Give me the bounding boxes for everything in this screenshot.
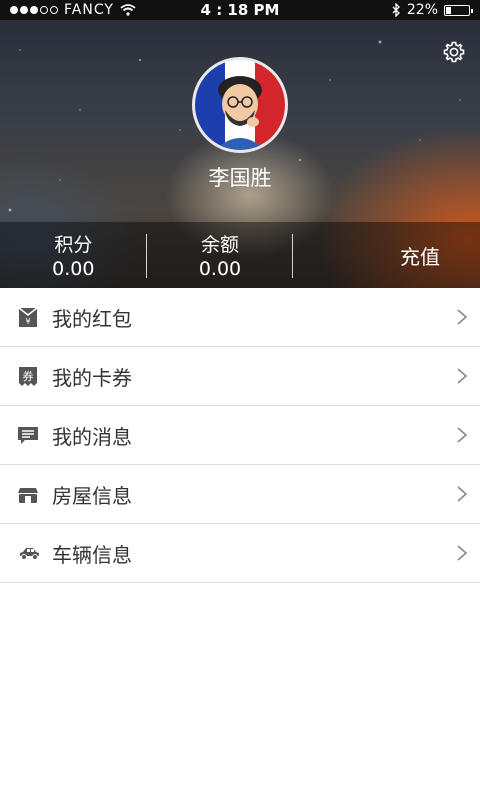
car-icon: [20, 548, 39, 560]
menu-item-label: 我的红包: [52, 306, 132, 331]
menu-item-messages[interactable]: 我的消息: [0, 406, 480, 465]
username: 李国胜: [208, 166, 272, 190]
avatar[interactable]: [192, 57, 288, 153]
chevron-right-icon: [457, 427, 468, 443]
chevron-right-icon: [457, 486, 468, 502]
points-label: 积分: [54, 234, 93, 256]
message-icon: [18, 427, 38, 444]
menu-item-label: 我的卡券: [52, 365, 132, 390]
menu-item-label: 我的消息: [52, 424, 132, 449]
svg-text:券: 券: [23, 369, 34, 383]
balance-value: 0.00: [198, 258, 242, 280]
recharge-button[interactable]: 充值: [293, 222, 480, 288]
battery-percent: 22%: [406, 2, 438, 18]
menu-item-red-envelope[interactable]: ¥ 我的红包: [0, 288, 480, 347]
battery-icon: [444, 4, 473, 16]
chevron-right-icon: [457, 545, 468, 561]
svg-text:¥: ¥: [25, 317, 30, 326]
menu-item-house-info[interactable]: 房屋信息: [0, 465, 480, 524]
menu-item-coupons[interactable]: 券 我的卡券: [0, 347, 480, 406]
points-stat[interactable]: 积分 0.00: [0, 222, 147, 288]
bluetooth-icon: [392, 3, 400, 17]
menu-item-label: 房屋信息: [52, 483, 132, 508]
balance-stat[interactable]: 余额 0.00: [147, 222, 294, 288]
profile-header: 李国胜 积分 0.00 余额 0.00 充值: [0, 20, 480, 288]
house-icon: [18, 488, 38, 503]
status-bar: FANCY 4 : 18 PM 22%: [0, 0, 480, 20]
chevron-right-icon: [457, 309, 468, 325]
balance-label: 余额: [201, 234, 240, 256]
points-value: 0.00: [52, 258, 95, 280]
chevron-right-icon: [457, 368, 468, 384]
red-envelope-icon: ¥: [18, 307, 38, 327]
menu-item-label: 车辆信息: [52, 542, 132, 567]
stats-bar: 积分 0.00 余额 0.00 充值: [0, 222, 480, 288]
gear-icon[interactable]: [442, 40, 466, 64]
avatar-image: [195, 60, 285, 150]
coupon-icon: 券: [19, 367, 37, 386]
menu-item-vehicle-info[interactable]: 车辆信息: [0, 524, 480, 583]
menu-list: ¥ 我的红包 券 我的卡券 我的消息 房屋信息 车辆信息: [0, 288, 480, 583]
